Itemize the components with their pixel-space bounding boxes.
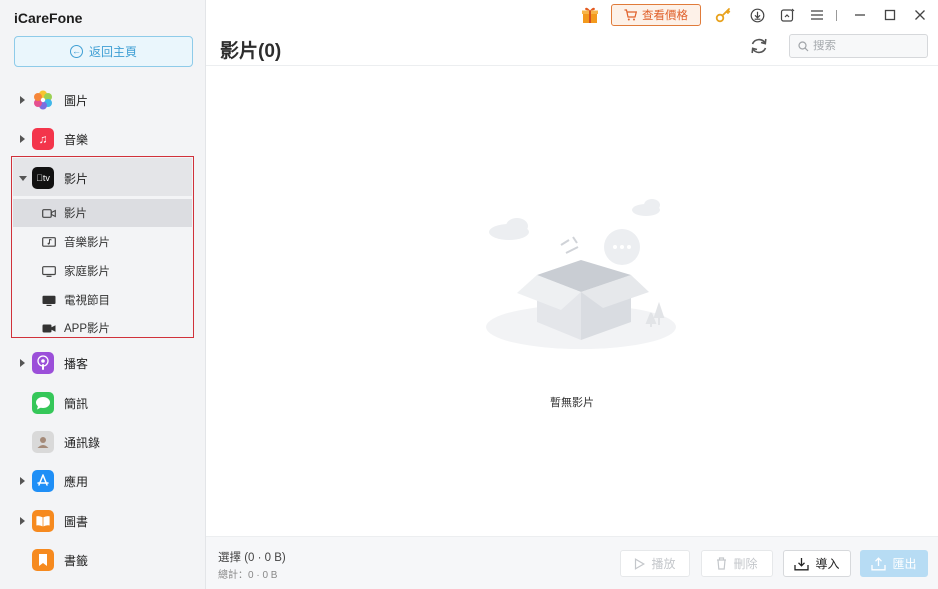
empty-box-illustration bbox=[486, 199, 676, 349]
sidebar-item-label: 簡訊 bbox=[64, 396, 89, 411]
import-label: 導入 bbox=[815, 557, 840, 571]
footer-bar: 選擇 (0 · 0 B) 總計：0 · 0 B 播放 刪除 導入 匯出 bbox=[206, 536, 938, 589]
download-icon[interactable] bbox=[747, 5, 767, 25]
main-panel: 查看價格 影片(0) 搜索 暫無影片 選擇 (0 · 0 B) 總計：0 · 0… bbox=[206, 0, 938, 589]
search-icon bbox=[798, 40, 809, 51]
import-icon bbox=[794, 557, 810, 570]
sidebar: iCareFone ← 返回主頁 圖片 ♫ 音樂 tv 影片 影片 音樂影片 家… bbox=[0, 0, 206, 589]
sidebar-item-podcasts[interactable]: 播客 bbox=[0, 344, 205, 382]
back-home-label: 返回主頁 bbox=[88, 45, 137, 59]
page-title: 影片(0) bbox=[220, 41, 282, 62]
trash-icon bbox=[717, 557, 727, 570]
sidebar-item-label: 書籤 bbox=[64, 553, 89, 568]
sidebar-item-messages[interactable]: 簡訊 bbox=[0, 384, 205, 422]
expand-caret-icon[interactable] bbox=[20, 477, 25, 485]
cart-icon bbox=[624, 9, 637, 21]
maximize-icon[interactable] bbox=[880, 5, 900, 25]
expand-caret-icon[interactable] bbox=[20, 359, 25, 367]
sidebar-item-photos[interactable]: 圖片 bbox=[0, 81, 205, 119]
back-home-button[interactable]: ← 返回主頁 bbox=[14, 36, 193, 67]
expand-caret-icon[interactable] bbox=[20, 96, 25, 104]
play-button[interactable]: 播放 bbox=[620, 550, 690, 577]
sidebar-item-label: 應用 bbox=[64, 474, 89, 489]
header-divider bbox=[206, 65, 938, 66]
contacts-icon bbox=[32, 431, 54, 453]
delete-label: 刪除 bbox=[733, 557, 758, 571]
app-title: iCareFone bbox=[14, 10, 83, 26]
export-icon bbox=[871, 556, 887, 570]
delete-button[interactable]: 刪除 bbox=[701, 550, 773, 577]
total-summary: 總計：0 · 0 B bbox=[218, 570, 278, 581]
refresh-icon[interactable] bbox=[749, 36, 769, 56]
sidebar-item-apps[interactable]: 應用 bbox=[0, 462, 205, 500]
feedback-icon[interactable] bbox=[777, 5, 797, 25]
video-group-highlight bbox=[11, 156, 194, 338]
bookmarks-icon bbox=[32, 549, 54, 571]
empty-state-text: 暫無影片 bbox=[550, 397, 594, 409]
view-price-button[interactable]: 查看價格 bbox=[611, 4, 701, 26]
sidebar-item-label: 通訊錄 bbox=[64, 435, 101, 450]
messages-icon bbox=[32, 392, 54, 414]
sidebar-item-label: 圖片 bbox=[64, 93, 89, 108]
export-button[interactable]: 匯出 bbox=[860, 550, 928, 577]
menu-icon[interactable] bbox=[807, 5, 827, 25]
import-button[interactable]: 導入 bbox=[783, 550, 851, 577]
minimize-icon[interactable] bbox=[850, 5, 870, 25]
app-store-icon bbox=[32, 470, 54, 492]
play-icon bbox=[635, 557, 646, 570]
music-icon: ♫ bbox=[32, 128, 54, 150]
app-window: iCareFone ← 返回主頁 圖片 ♫ 音樂 tv 影片 影片 音樂影片 家… bbox=[0, 0, 938, 589]
sidebar-item-contacts[interactable]: 通訊錄 bbox=[0, 423, 205, 461]
play-label: 播放 bbox=[651, 557, 676, 571]
sidebar-item-label: 音樂 bbox=[64, 132, 89, 147]
search-input[interactable] bbox=[813, 40, 913, 52]
back-arrow-icon: ← bbox=[69, 45, 83, 58]
sidebar-item-label: 圖書 bbox=[64, 514, 89, 529]
books-icon bbox=[32, 510, 54, 532]
selection-summary: 選擇 (0 · 0 B) bbox=[218, 552, 286, 564]
sidebar-item-music[interactable]: ♫ 音樂 bbox=[0, 120, 205, 158]
expand-caret-icon[interactable] bbox=[20, 517, 25, 525]
photos-icon bbox=[32, 89, 54, 111]
toolbar-divider bbox=[836, 10, 837, 21]
view-price-label: 查看價格 bbox=[642, 10, 688, 22]
sidebar-item-label: 播客 bbox=[64, 356, 89, 371]
podcast-icon bbox=[32, 352, 54, 374]
gift-icon[interactable] bbox=[580, 5, 600, 25]
export-label: 匯出 bbox=[892, 557, 917, 571]
sidebar-item-books[interactable]: 圖書 bbox=[0, 502, 205, 540]
sidebar-item-bookmarks[interactable]: 書籤 bbox=[0, 541, 205, 579]
key-icon[interactable] bbox=[713, 5, 733, 25]
search-box[interactable] bbox=[789, 34, 928, 58]
close-icon[interactable] bbox=[910, 5, 930, 25]
expand-caret-icon[interactable] bbox=[20, 135, 25, 143]
